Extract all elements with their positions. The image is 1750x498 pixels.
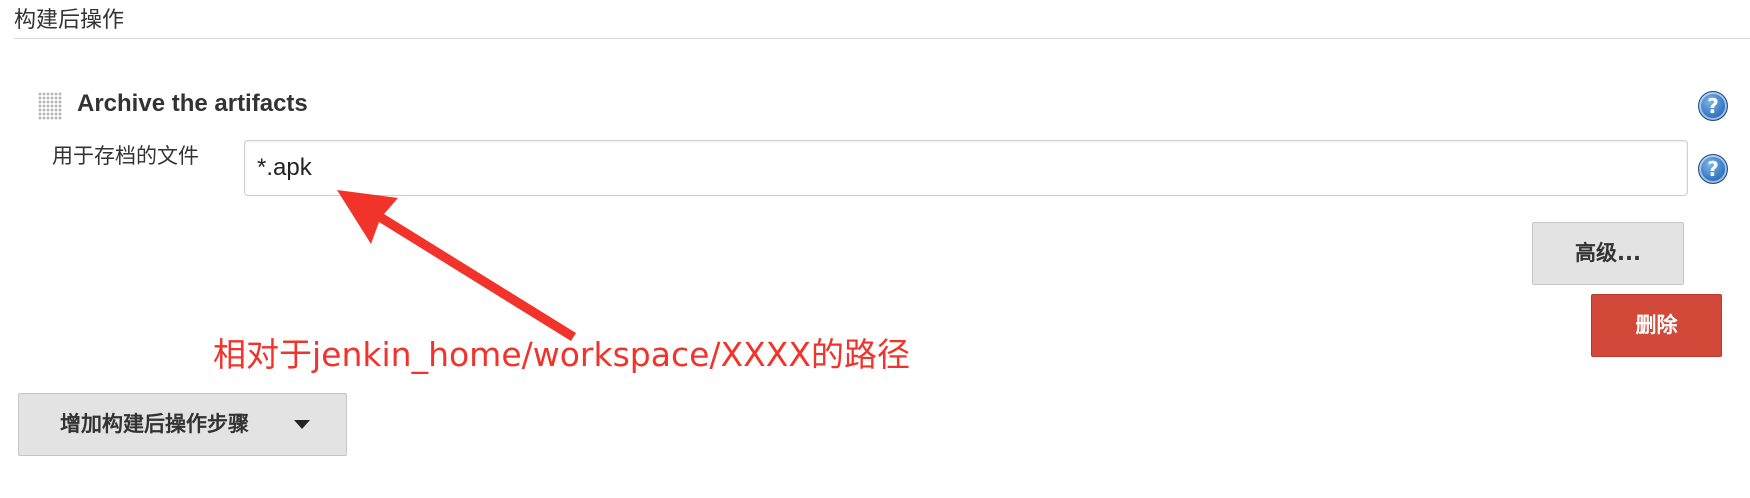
post-build-actions-panel: 构建后操作 Archive the artifacts ? 用于存档的文件 ? … [0,0,1750,498]
caret-down-icon[interactable] [294,420,310,429]
annotation-text: 相对于jenkin_home/workspace/XXXX的路径 [213,335,910,374]
